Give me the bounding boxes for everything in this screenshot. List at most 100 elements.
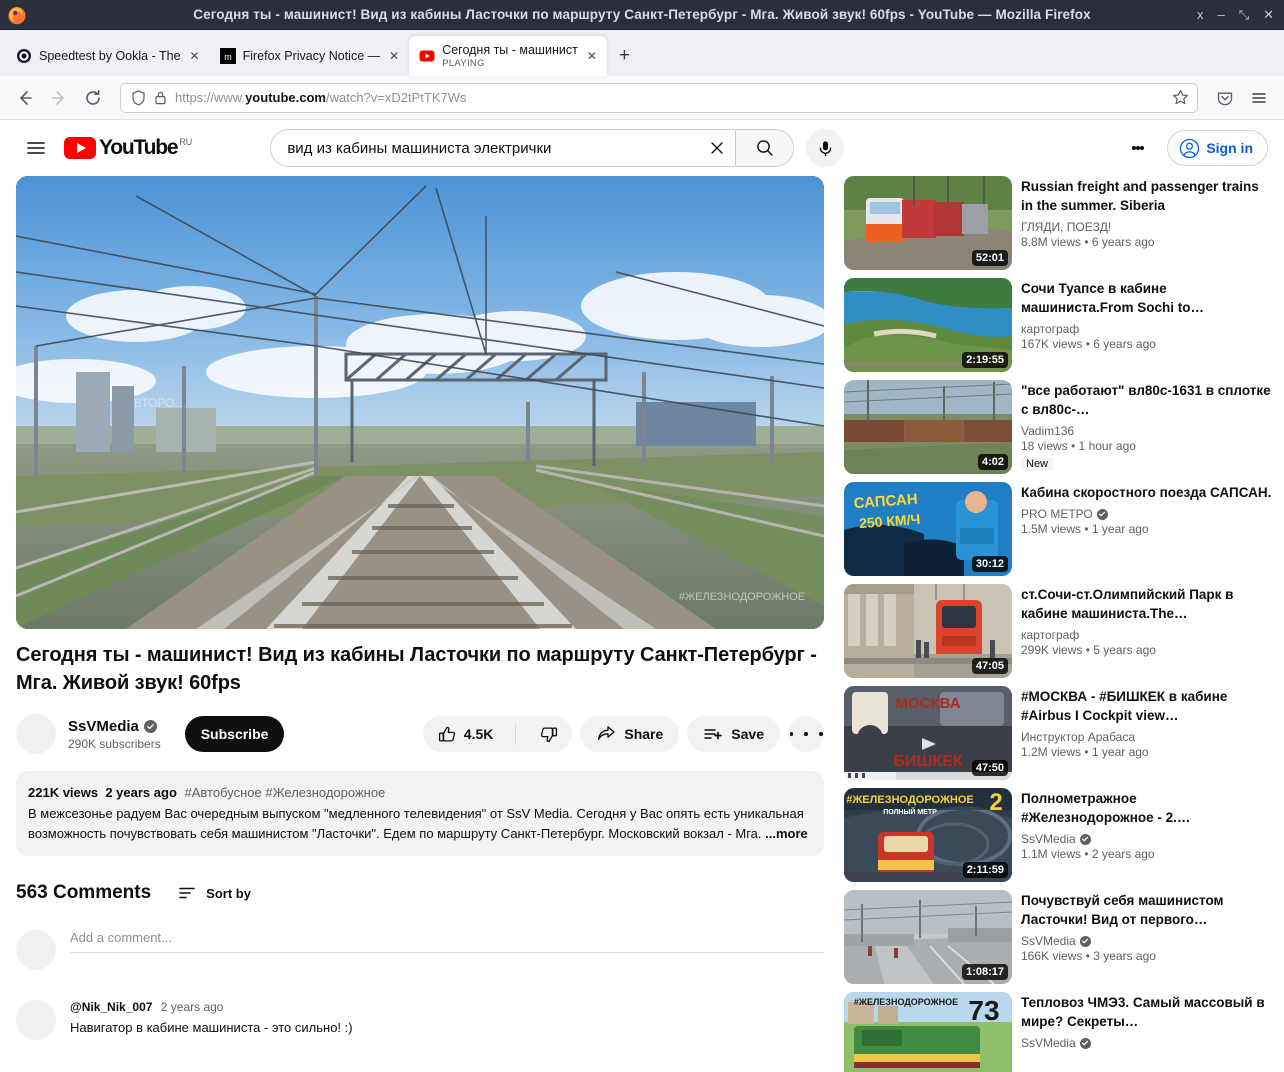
video-description-box[interactable]: 221K views 2 years ago #Автобусное #Желе… (16, 771, 824, 856)
sign-in-button[interactable]: Sign in (1167, 130, 1268, 166)
recommendation-channel[interactable]: картограф (1021, 628, 1272, 642)
search-submit-button[interactable] (735, 130, 794, 166)
youtube-logo[interactable]: YouTube RU (64, 137, 192, 159)
thumbnail-chme3-green: #ЖЕЛЕЗНОДОРОЖНОЕ 73 (844, 992, 1012, 1072)
sort-comments-button[interactable]: Sort by (177, 883, 251, 903)
voice-search-button[interactable] (806, 129, 845, 167)
like-count: 4.5K (463, 726, 494, 742)
like-button[interactable]: 4.5K (423, 716, 508, 752)
recommendation-stats: 166K views • 3 years ago (1021, 949, 1156, 963)
recommendation-item[interactable]: 52:01 Russian freight and passenger trai… (844, 176, 1272, 270)
window-close-button[interactable]: ✕ (1263, 8, 1274, 21)
thumbs-up-icon (438, 726, 455, 742)
save-button[interactable]: Save (687, 716, 780, 752)
video-duration: 30:12 (971, 556, 1008, 572)
recommendation-item[interactable]: #ЖЕЛЕЗНОДОРОЖНОЕ 73 Тепловоз ЧМЭ3. Самый… (844, 992, 1272, 1072)
recommendation-item[interactable]: 47:05 ст.Сочи-ст.Олимпийский Парк в каби… (844, 584, 1272, 678)
recommendation-channel-name: SsVMedia (1021, 1036, 1076, 1050)
browser-tabstrip: Speedtest by Ookla - The ✕ m Firefox Pri… (0, 30, 1284, 76)
clear-search-icon[interactable] (699, 139, 735, 157)
comment-author-avatar[interactable] (16, 1000, 56, 1040)
recommendation-channel-name: картограф (1021, 322, 1080, 336)
recommendation-channel[interactable]: SsVMedia (1021, 934, 1272, 948)
tab-close-icon[interactable]: ✕ (585, 49, 599, 63)
recommendation-item[interactable]: 4:02 "все работают" вл80с-1631 в сплотке… (844, 380, 1272, 474)
back-button[interactable] (12, 85, 38, 111)
video-thumbnail[interactable]: 52:01 (844, 176, 1012, 270)
browser-tab-speedtest[interactable]: Speedtest by Ookla - The ✕ (6, 36, 210, 76)
url-scheme: https://www. (175, 90, 246, 105)
current-user-avatar (16, 930, 56, 970)
new-tab-button[interactable]: + (607, 36, 642, 76)
save-to-pocket-icon[interactable] (1212, 85, 1238, 111)
svg-text:m: m (224, 52, 232, 62)
recommendation-channel[interactable]: ГЛЯДИ, ПОЕЗД! (1021, 220, 1272, 234)
browser-tab-privacy-notice[interactable]: m Firefox Privacy Notice — ✕ (210, 36, 410, 76)
reload-button[interactable] (80, 85, 106, 111)
verified-badge-icon (1079, 935, 1091, 947)
url-bar[interactable]: https://www.youtube.com/watch?v=xD2tPtTK… (120, 82, 1198, 113)
recommendation-channel[interactable]: PRO МЕТРО (1021, 507, 1272, 521)
app-menu-button[interactable] (1246, 85, 1272, 111)
recommendation-stats: 299K views • 5 years ago (1021, 643, 1156, 657)
settings-kebab-icon[interactable] (1119, 129, 1157, 167)
video-thumbnail[interactable]: #ЖЕЛЕЗНОДОРОЖНОЕ 73 (844, 992, 1012, 1072)
recommendation-item[interactable]: 2:19:55 Сочи Туапсе в кабине машиниста.F… (844, 278, 1272, 372)
video-duration: 47:50 (971, 760, 1008, 776)
video-thumbnail[interactable]: 47:05 (844, 584, 1012, 678)
recommendation-item[interactable]: САПСАН 250 КМ/Ч 30:12 Кабина скоростного… (844, 482, 1272, 576)
window-title: Сегодня ты - машинист! Вид из кабины Лас… (193, 7, 1091, 22)
bookmark-star-icon[interactable] (1172, 89, 1189, 106)
share-button[interactable]: Share (580, 716, 680, 752)
window-minimize-button[interactable]: – (1217, 8, 1224, 21)
recommendation-item[interactable]: #ЖЕЛЕЗНОДОРОЖНОЕ 2 ПОЛНЫЙ МЕТР 2:11:59 П… (844, 788, 1272, 882)
search-box[interactable]: вид из кабины машиниста электрички (270, 129, 795, 167)
video-player[interactable]: #ЖЕЛЕЗНОДОРОЖНОЕ ВТОРО… (16, 176, 824, 629)
youtube-play-mark-icon (64, 137, 96, 159)
video-thumbnail[interactable]: 2:19:55 (844, 278, 1012, 372)
channel-avatar[interactable] (16, 714, 56, 754)
description-hashtags[interactable]: #Автобусное #Железнодорожное (185, 785, 386, 800)
video-thumbnail[interactable]: 1:08:17 (844, 890, 1012, 984)
video-thumbnail[interactable]: МОСКВА БИШКЕК 47:50 (844, 686, 1012, 780)
recommendation-channel[interactable]: Vadim136 (1021, 424, 1272, 438)
recommendation-title: "все работают" вл80с-1631 в сплотке с вл… (1021, 383, 1271, 417)
recommendation-item[interactable]: МОСКВА БИШКЕК 47:50 #МОСКВА - #БИШКЕК в … (844, 686, 1272, 780)
recommendation-channel-name: SsVMedia (1021, 832, 1076, 846)
search-input[interactable]: вид из кабины машиниста электрички (271, 140, 699, 157)
video-thumbnail[interactable]: 4:02 (844, 380, 1012, 474)
recommendation-channel[interactable]: SsVMedia (1021, 832, 1272, 846)
tab-close-icon[interactable]: ✕ (188, 49, 202, 63)
recommendation-stats: 167K views • 6 years ago (1021, 337, 1156, 351)
subscribe-button[interactable]: Subscribe (184, 716, 285, 752)
recommendation-channel[interactable]: SsVMedia (1021, 1036, 1272, 1050)
guide-hamburger-button[interactable] (16, 128, 56, 168)
dislike-button[interactable] (524, 716, 572, 752)
tab-title: Speedtest by Ookla - The (39, 49, 181, 63)
window-restore-button[interactable]: ⤡ (1239, 8, 1249, 21)
recommendation-channel[interactable]: Инструктор Арабаса (1021, 730, 1272, 744)
video-thumbnail[interactable]: САПСАН 250 КМ/Ч 30:12 (844, 482, 1012, 576)
action-divider (515, 723, 517, 745)
recommendation-title: Почувствуй себя машинистом Ласточки! Вид… (1021, 893, 1224, 927)
tab-close-icon[interactable]: ✕ (387, 49, 401, 63)
shield-icon (132, 89, 145, 106)
more-actions-button[interactable] (788, 716, 824, 752)
url-path: /watch?v=xD2tPtTK7Ws (325, 90, 467, 105)
add-comment-input[interactable]: Add a comment... (70, 930, 824, 953)
svg-text:2: 2 (989, 789, 1002, 816)
show-more-link[interactable]: ...more (765, 826, 808, 841)
verified-badge-icon (1096, 508, 1108, 520)
video-thumbnail[interactable]: #ЖЕЛЕЗНОДОРОЖНОЕ 2 ПОЛНЫЙ МЕТР 2:11:59 (844, 788, 1012, 882)
browser-tab-youtube-active[interactable]: Сегодня ты - машинист PLAYING ✕ (409, 36, 607, 76)
recommendation-channel[interactable]: картограф (1021, 322, 1272, 336)
like-dislike-group: 4.5K (422, 716, 573, 752)
share-arrow-icon (598, 726, 616, 741)
window-controls[interactable]: x – ⤡ ✕ (1197, 8, 1284, 21)
channel-name[interactable]: SsVMedia (68, 718, 161, 735)
recommendation-item[interactable]: 1:08:17 Почувствуй себя машинистом Ласто… (844, 890, 1272, 984)
comment-author[interactable]: @Nik_Nik_007 2 years ago (70, 1000, 353, 1014)
tab-labels: Speedtest by Ookla - The (39, 49, 181, 63)
forward-button[interactable] (46, 85, 72, 111)
window-extra-button[interactable]: x (1197, 8, 1204, 21)
